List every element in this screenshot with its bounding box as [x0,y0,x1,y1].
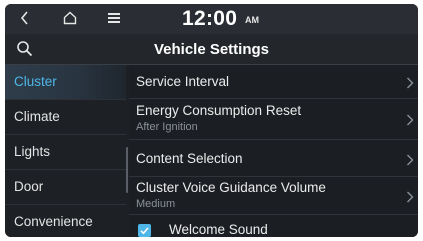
home-icon[interactable] [63,11,77,25]
sidebar: Cluster Climate Lights Door Convenience [5,65,126,237]
setting-row-cluster-voice-guidance-volume[interactable]: Cluster Voice Guidance Volume Medium [129,177,418,214]
chevron-right-icon [406,76,414,89]
scrollbar-thumb[interactable] [126,147,128,193]
menu-icon[interactable] [108,13,120,23]
settings-list: Service Interval Energy Consumption Rese… [129,65,418,237]
setting-row-service-interval[interactable]: Service Interval [129,65,418,98]
setting-row-content-selection[interactable]: Content Selection [129,140,418,176]
setting-title: Energy Consumption Reset [136,103,302,118]
setting-title: Welcome Sound [169,222,268,237]
setting-title: Content Selection [136,151,243,166]
chevron-right-icon [406,153,414,166]
setting-row-energy-consumption-reset[interactable]: Energy Consumption Reset After Ignition [129,99,418,139]
status-bar: 12:00 AM [5,4,418,34]
sidebar-item-door[interactable]: Door [5,170,126,204]
title-bar: Vehicle Settings [5,34,418,65]
setting-value: Medium [136,198,176,210]
sidebar-item-climate[interactable]: Climate [5,100,126,134]
setting-value: After Ignition [136,121,198,133]
welcome-sound-checkbox[interactable] [138,224,151,237]
sidebar-item-lights[interactable]: Lights [5,135,126,169]
chevron-right-icon [406,113,414,126]
checkmark-icon [140,227,149,235]
back-icon[interactable] [19,10,31,26]
sidebar-item-convenience[interactable]: Convenience [5,205,126,237]
page-title: Vehicle Settings [153,41,270,58]
clock-ampm: AM [245,15,259,25]
setting-row-welcome-sound[interactable]: Welcome Sound [129,215,418,237]
setting-title: Cluster Voice Guidance Volume [136,180,326,195]
vehicle-settings-screen: 12:00 AM Vehicle Settings Cluster Climat… [5,4,418,237]
sidebar-item-cluster[interactable]: Cluster [5,65,126,99]
setting-title: Service Interval [136,74,230,89]
chevron-right-icon [406,190,414,203]
clock-time: 12:00 [182,7,238,30]
